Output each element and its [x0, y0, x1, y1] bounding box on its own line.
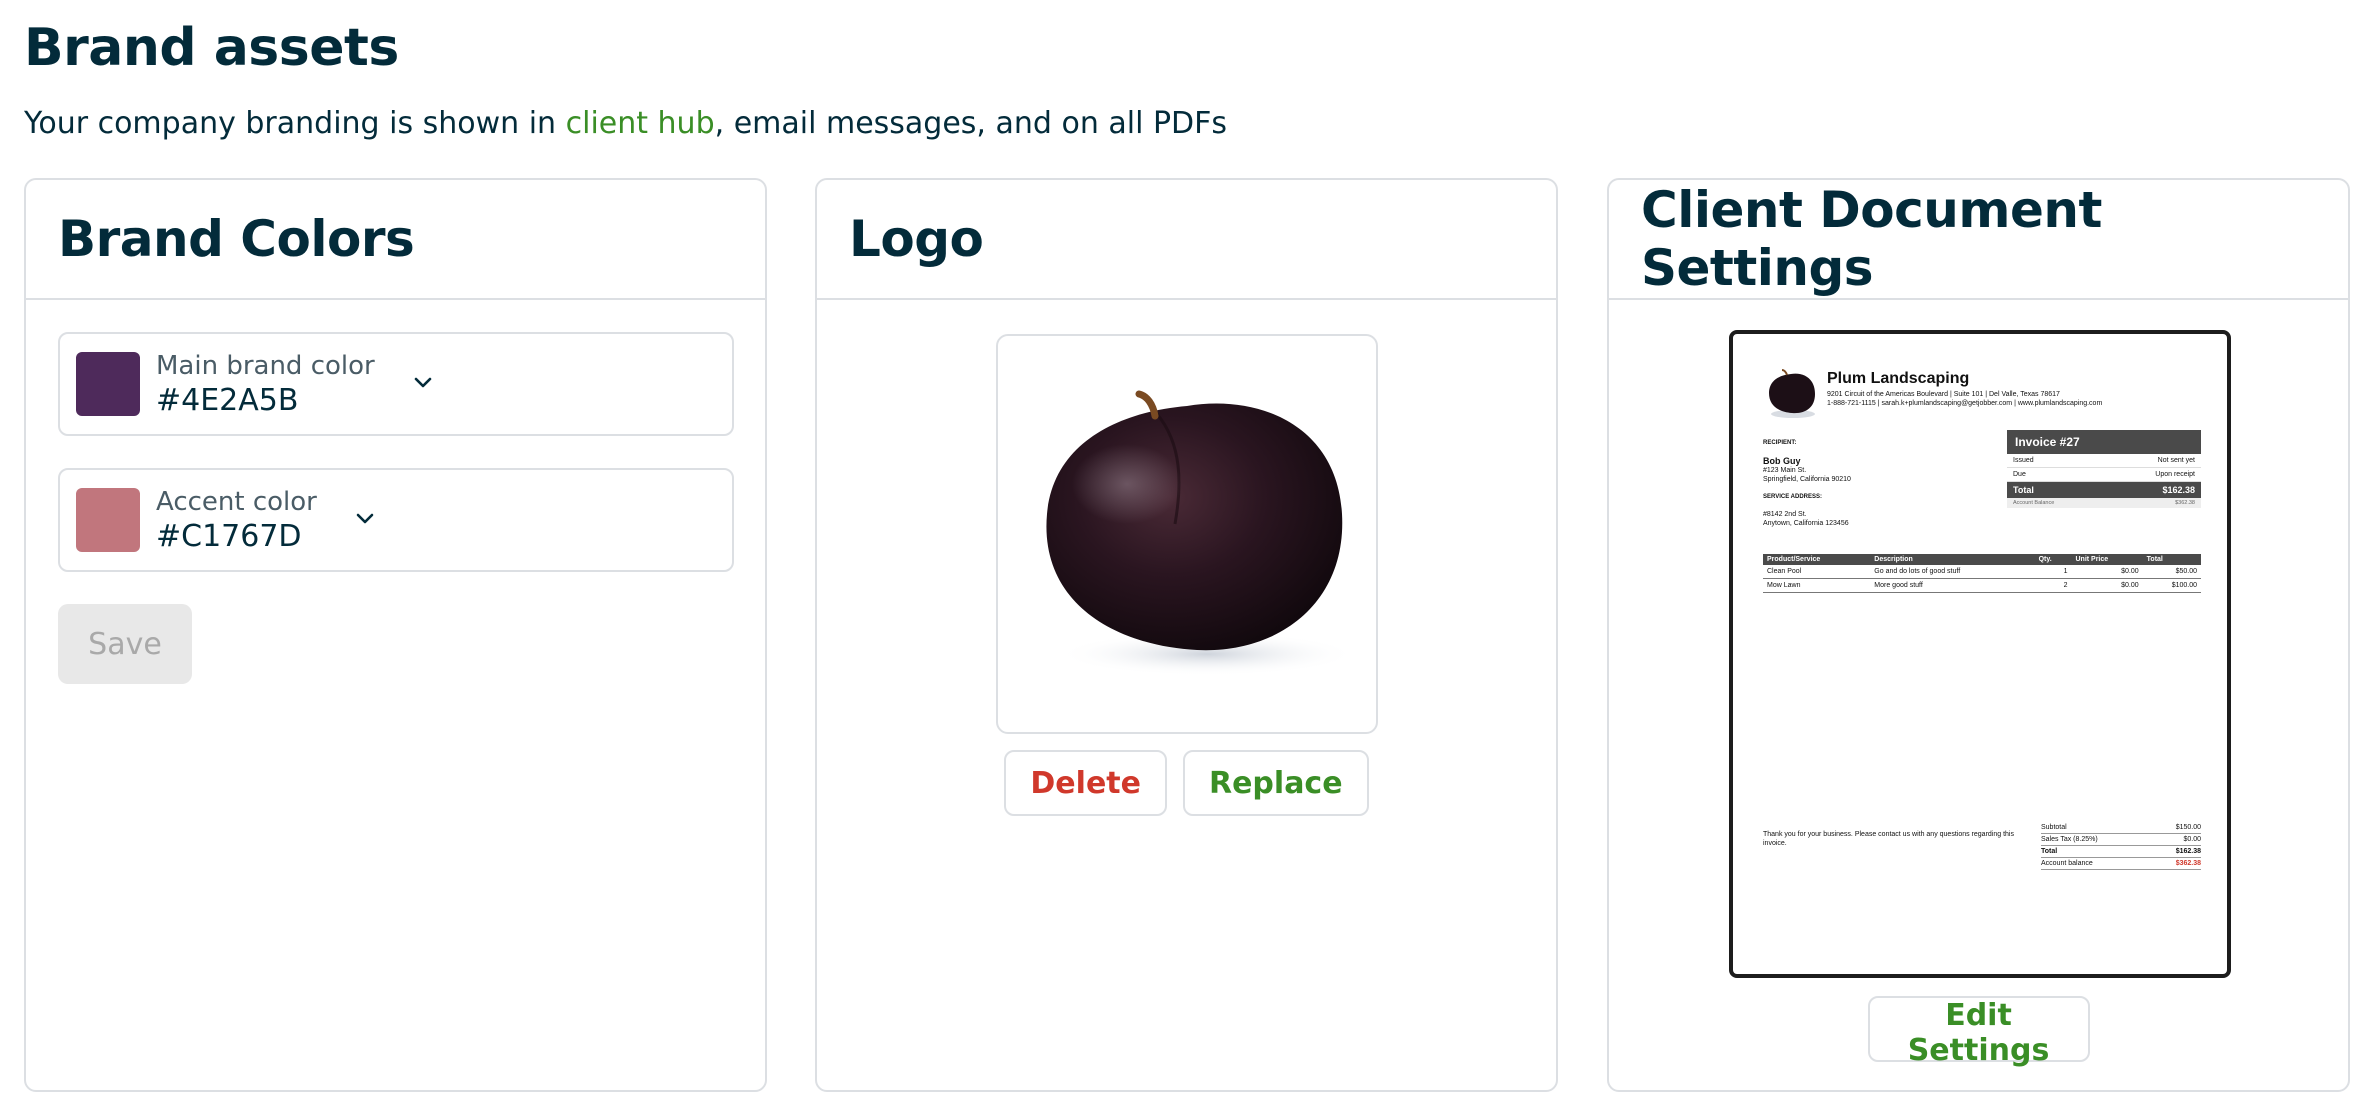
- table-cell: Go and do lots of good stuff: [1870, 565, 2035, 579]
- replace-logo-button[interactable]: Replace: [1182, 750, 1369, 816]
- page-subtitle: Your company branding is shown in client…: [24, 106, 1227, 141]
- preview-tax-label: Sales Tax (8.25%): [2041, 836, 2098, 843]
- accent-color-picker[interactable]: Accent color #C1767D: [58, 468, 734, 572]
- preview-service-addr1: #8142 2nd St.: [1763, 511, 1807, 518]
- logo-title: Logo: [849, 210, 984, 268]
- preview-balance-row: Account Balance $362.38: [2007, 498, 2201, 508]
- brand-colors-card: Brand Colors Main brand color #4E2A5B Ac…: [24, 178, 767, 1092]
- column-header: Qty.: [2034, 554, 2072, 565]
- preview-invoice-summary: Invoice #27 Issued Not sent yet Due Upon r…: [2007, 430, 2201, 508]
- logo-card: Logo Delete Replace: [815, 178, 1558, 1092]
- logo-actions: Delete Replace: [817, 750, 1556, 816]
- preview-recipient-name: Bob Guy: [1763, 456, 1801, 466]
- preview-issued-label: Issued: [2013, 457, 2034, 464]
- preview-due-row: Due Upon receipt: [2007, 468, 2201, 482]
- invoice-preview: Plum Landscaping 9201 Circuit of the Ame…: [1729, 330, 2231, 978]
- preview-recipient-addr1: #123 Main St.: [1763, 467, 1807, 474]
- accent-color-swatch[interactable]: [76, 488, 140, 552]
- preview-address-line1: 9201 Circuit of the Americas Boulevard |…: [1827, 391, 2060, 398]
- preview-company-address: 9201 Circuit of the Americas Boulevard |…: [1827, 390, 2102, 408]
- preview-total-label: Total: [2013, 485, 2034, 495]
- table-cell: 2: [2034, 578, 2072, 593]
- edit-settings-button[interactable]: Edit Settings: [1867, 996, 2090, 1068]
- column-header: Unit Price: [2071, 554, 2143, 565]
- preview-issued-value: Not sent yet: [2157, 457, 2195, 464]
- preview-total-value: $162.38: [2162, 485, 2195, 495]
- main-brand-color-text: Main brand color #4E2A5B: [156, 349, 375, 419]
- preview-total-row: Total $162.38: [2007, 482, 2201, 498]
- page-title: Brand assets: [24, 18, 399, 78]
- preview-account-balance-label: Account balance: [2041, 860, 2093, 867]
- subtitle-text-before: Your company branding is shown in: [24, 106, 566, 141]
- brand-colors-title: Brand Colors: [58, 210, 415, 268]
- document-settings-title: Client Document Settings: [1641, 181, 2102, 297]
- preview-invoice-title: Invoice #27: [2007, 430, 2201, 454]
- main-brand-color-label: Main brand color: [156, 351, 375, 381]
- preview-address-line2: 1-888-721-1115 | sarah.k+plumlandscaping…: [1827, 400, 2103, 407]
- preview-sum-total-label: Total: [2041, 848, 2058, 855]
- document-settings-card: Client Document Settings Plum Landscapin…: [1607, 178, 2350, 1092]
- preview-line-items-header: Product/Service Description Qty. Unit Pr…: [1763, 554, 2201, 565]
- preview-sum-total-value: $162.38: [2175, 848, 2201, 855]
- preview-balance-value: $362.38: [2175, 500, 2195, 506]
- edit-settings-wrap: Edit Settings: [1609, 996, 2348, 1068]
- subtitle-text-after: , email messages, and on all PDFs: [714, 106, 1228, 141]
- accent-color-value: #C1767D: [156, 519, 302, 554]
- table-cell: Clean Pool: [1763, 565, 1871, 579]
- table-cell: $0.00: [2071, 578, 2143, 593]
- preview-line-items-table: Product/Service Description Qty. Unit Pr…: [1763, 554, 2201, 593]
- main-brand-color-swatch[interactable]: [76, 352, 140, 416]
- save-button[interactable]: Save: [58, 604, 192, 684]
- delete-logo-button[interactable]: Delete: [1004, 750, 1167, 816]
- preview-balance-label: Account Balance: [2013, 500, 2055, 506]
- preview-tax-value: $0.00: [2183, 836, 2201, 843]
- main-brand-color-value: #4E2A5B: [156, 383, 299, 418]
- preview-service-label: SERVICE ADDRESS:: [1763, 494, 1823, 500]
- brand-colors-header: Brand Colors: [26, 180, 765, 300]
- accent-color-text: Accent color #C1767D: [156, 485, 317, 555]
- document-settings-header: Client Document Settings: [1609, 180, 2348, 300]
- preview-recipient-addr2: Springfield, California 90210: [1763, 476, 1851, 483]
- plum-logo-small: [1769, 369, 1815, 418]
- table-row: Mow Lawn More good stuff 2 $0.00 $100.00: [1763, 578, 2201, 593]
- logo-preview-frame: [996, 334, 1378, 734]
- column-header: Product/Service: [1763, 554, 1871, 565]
- preview-due-label: Due: [2013, 471, 2026, 478]
- preview-recipient-label: RECIPIENT:: [1763, 440, 1797, 446]
- preview-tax-row: Sales Tax (8.25%) $0.00: [2041, 834, 2201, 846]
- preview-company-name: Plum Landscaping: [1827, 370, 1970, 387]
- main-brand-color-picker[interactable]: Main brand color #4E2A5B: [58, 332, 734, 436]
- accent-color-label: Accent color: [156, 487, 317, 517]
- preview-thanks-note: Thank you for your business. Please cont…: [1763, 831, 2014, 847]
- table-row: Clean Pool Go and do lots of good stuff …: [1763, 565, 2201, 579]
- preview-service-addr2: Anytown, California 123456: [1763, 520, 1849, 527]
- brand-colors-body: Main brand color #4E2A5B Accent color #C…: [26, 300, 765, 716]
- column-header: Description: [1870, 554, 2035, 565]
- table-cell: 1: [2034, 565, 2072, 579]
- table-cell: $100.00: [2142, 578, 2201, 593]
- table-cell: Mow Lawn: [1763, 578, 1871, 593]
- preview-due-value: Upon receipt: [2155, 471, 2195, 478]
- table-cell: More good stuff: [1870, 578, 2035, 593]
- client-hub-link[interactable]: client hub: [566, 106, 715, 141]
- logo-header: Logo: [817, 180, 1556, 300]
- plum-logo-image: [1046, 390, 1357, 676]
- preview-sum-total-row: Total $162.38: [2041, 846, 2201, 858]
- preview-account-balance-value: $362.38: [2175, 860, 2201, 867]
- column-header: Total: [2142, 554, 2201, 565]
- chevron-down-icon[interactable]: [355, 513, 375, 525]
- table-cell: $50.00: [2142, 565, 2201, 579]
- preview-subtotal-row: Subtotal $150.00: [2041, 822, 2201, 834]
- preview-account-balance-row: Account balance $362.38: [2041, 858, 2201, 870]
- preview-recipient: RECIPIENT: Bob Guy #123 Main St. Springf…: [1763, 440, 1851, 528]
- preview-subtotal-value: $150.00: [2175, 824, 2201, 831]
- preview-totals: Subtotal $150.00 Sales Tax (8.25%) $0.00 T…: [2041, 822, 2201, 870]
- preview-subtotal-label: Subtotal: [2041, 824, 2067, 831]
- chevron-down-icon[interactable]: [413, 377, 433, 389]
- table-cell: $0.00: [2071, 565, 2143, 579]
- preview-issued-row: Issued Not sent yet: [2007, 454, 2201, 468]
